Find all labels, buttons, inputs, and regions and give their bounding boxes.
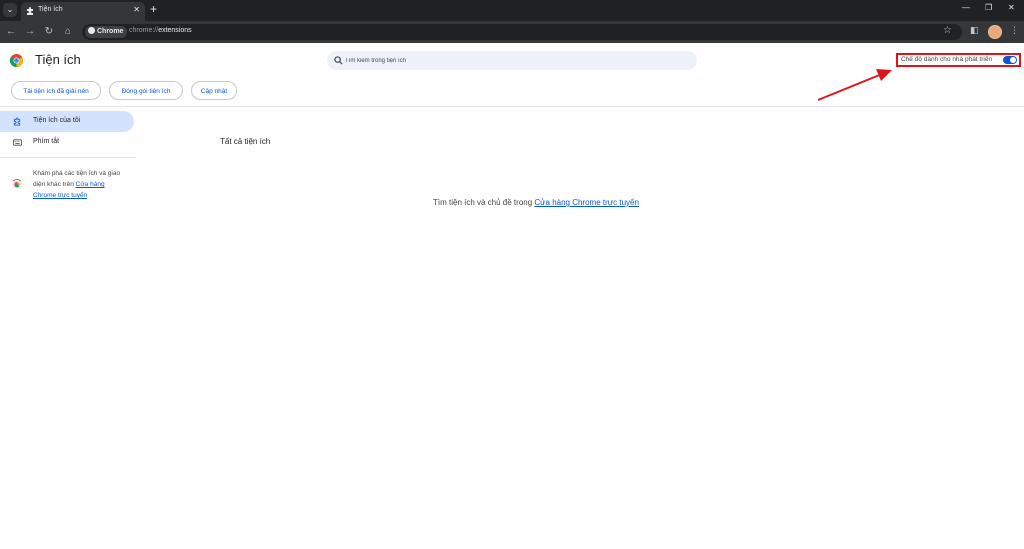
forward-icon[interactable]: → <box>23 25 37 39</box>
all-extensions-heading: Tất cả tiện ích <box>220 137 271 146</box>
action-bar: Tải tiện ích đã giải nén Đóng gói tiện í… <box>0 76 1024 107</box>
browser-toolbar: ← → ↻ ⌂ Chrome chrome://extensions ☆ ◧ ⋮ <box>0 21 1024 43</box>
site-chip[interactable]: Chrome <box>85 26 128 38</box>
url-path: extensions <box>158 27 192 34</box>
pack-extension-button[interactable]: Đóng gói tiện ích <box>109 81 183 100</box>
restore-button[interactable]: ❐ <box>985 3 992 12</box>
tab-close-icon[interactable]: ✕ <box>133 5 140 14</box>
menu-icon[interactable]: ⋮ <box>1010 25 1019 36</box>
new-tab-button[interactable]: + <box>150 2 157 16</box>
search-box[interactable] <box>327 51 697 70</box>
search-icon <box>334 56 343 65</box>
empty-state-text: Tìm tiện ích và chủ đề trong <box>433 198 535 207</box>
home-icon[interactable]: ⌂ <box>61 25 75 39</box>
update-button[interactable]: Cập nhật <box>191 81 237 100</box>
url-text: chrome://extensions <box>129 27 192 34</box>
tab-title: Tiện ích <box>38 6 63 13</box>
toggle-knob <box>1010 57 1016 63</box>
sidebar-item-my-extensions[interactable]: Tiện ích của tôi <box>0 111 134 132</box>
close-window-button[interactable]: ✕ <box>1008 3 1015 12</box>
url-scheme: chrome:// <box>129 27 159 34</box>
bookmark-star-icon[interactable]: ☆ <box>943 25 952 36</box>
search-input[interactable] <box>345 54 685 67</box>
reload-icon[interactable]: ↻ <box>42 25 56 39</box>
load-unpacked-button[interactable]: Tải tiện ích đã giải nén <box>11 81 101 100</box>
empty-state-store-link[interactable]: Cửa hàng Chrome trực tuyến <box>534 198 639 207</box>
tab-extensions[interactable]: Tiện ích ✕ <box>21 2 145 21</box>
developer-mode-highlight: Chế độ dành cho nhà phát triển <box>896 53 1021 67</box>
tab-search-button[interactable]: ⌄ <box>3 3 17 17</box>
developer-mode-toggle[interactable] <box>1003 56 1017 64</box>
profile-avatar[interactable] <box>988 25 1002 39</box>
sidebar-item-shortcuts[interactable]: Phím tắt <box>0 132 134 153</box>
developer-mode-label: Chế độ dành cho nhà phát triển <box>901 56 993 63</box>
sidebar-divider <box>0 157 136 158</box>
chrome-logo-icon <box>10 54 23 67</box>
puzzle-icon <box>27 7 33 15</box>
puzzle-icon <box>13 117 21 126</box>
keyboard-icon <box>13 139 22 146</box>
sidebar-item-label: Tiện ích của tôi <box>33 117 81 124</box>
web-store-promo: Khám phá các tiện ích và giao diện khác … <box>33 168 123 201</box>
back-icon[interactable]: ← <box>4 25 18 39</box>
minimize-button[interactable]: — <box>962 3 970 12</box>
sidebar-item-label: Phím tắt <box>33 138 60 145</box>
page-title: Tiện ích <box>35 52 81 67</box>
address-bar[interactable]: Chrome chrome://extensions ☆ <box>82 24 962 40</box>
side-panel-icon[interactable]: ◧ <box>970 25 979 36</box>
chrome-chip-icon <box>88 27 95 34</box>
site-chip-label: Chrome <box>97 28 124 35</box>
tab-strip: ⌄ Tiện ích ✕ + — ❐ ✕ <box>0 0 1024 21</box>
web-store-icon <box>12 179 22 188</box>
empty-state-message: Tìm tiện ích và chủ đề trong Cửa hàng Ch… <box>433 198 639 207</box>
